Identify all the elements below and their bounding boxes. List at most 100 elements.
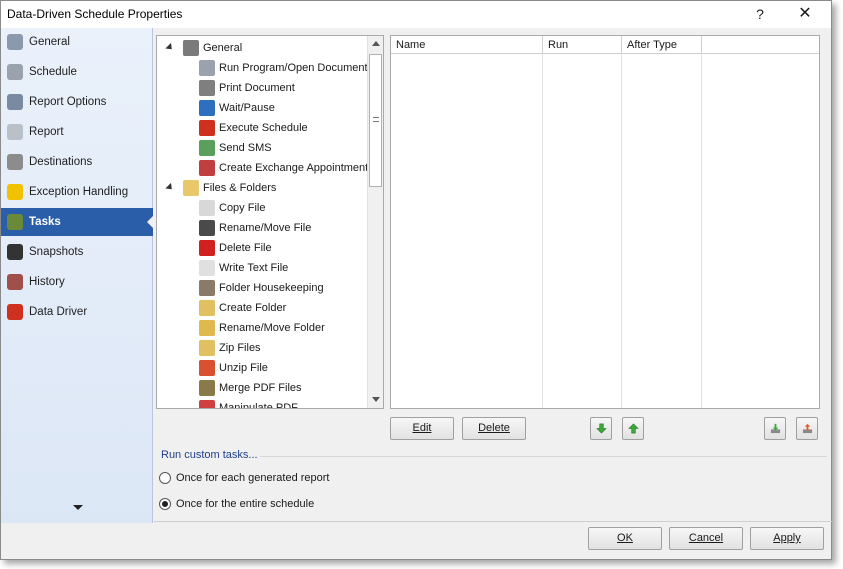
ok-button[interactable]: OK <box>588 527 662 550</box>
sidebar-scroll-down-icon[interactable] <box>73 505 83 510</box>
apply-button[interactable]: Apply <box>750 527 824 550</box>
info-icon <box>7 34 23 50</box>
sidebar-item-history[interactable]: History <box>1 268 153 296</box>
expand-collapse-icon[interactable] <box>165 182 175 193</box>
section-divider <box>260 456 827 457</box>
tree-item[interactable]: Execute Schedule <box>199 118 308 138</box>
sidebar-item-label: Destinations <box>29 156 93 168</box>
tree-item[interactable]: Create Folder <box>199 298 286 318</box>
data-driver-icon <box>7 304 23 320</box>
sidebar-item-schedule[interactable]: Schedule <box>1 58 153 86</box>
sidebar-item-label: Report <box>29 126 64 138</box>
column-header-name[interactable]: Name <box>391 36 543 54</box>
unzip-icon <box>199 360 215 377</box>
column-header-after-type[interactable]: After Type <box>622 36 702 54</box>
tree-item[interactable]: Merge PDF Files <box>199 378 302 398</box>
tree-item-label: Zip Files <box>219 342 261 354</box>
expand-collapse-icon[interactable] <box>165 42 175 53</box>
import-icon <box>770 423 781 434</box>
sidebar-item-general[interactable]: General <box>1 28 153 56</box>
column-header-run[interactable]: Run <box>543 36 622 54</box>
scroll-thumb[interactable] <box>369 54 382 187</box>
column-header-extra[interactable] <box>702 36 819 54</box>
copy-icon <box>199 200 215 217</box>
tree-item-label: General <box>203 42 243 54</box>
history-icon <box>7 274 23 290</box>
edit-label: Edit <box>412 422 432 434</box>
sidebar-item-report[interactable]: Report <box>1 118 153 146</box>
cancel-button[interactable]: Cancel <box>669 527 743 550</box>
sidebar-item-exception-handling[interactable]: Exception Handling <box>1 178 153 206</box>
sidebar-item-label: Snapshots <box>29 246 84 258</box>
pdf-icon <box>199 400 215 408</box>
tree-item-label: Manipulate PDF <box>219 402 298 409</box>
tree-item[interactable]: Delete File <box>199 238 272 258</box>
sidebar-item-tasks[interactable]: Tasks <box>1 208 154 236</box>
sidebar-item-data-driver[interactable]: Data Driver <box>1 298 153 326</box>
gear-icon <box>183 40 199 57</box>
sidebar-item-report-options[interactable]: Report Options <box>1 88 153 116</box>
printer-icon <box>199 80 215 97</box>
help-button[interactable]: ? <box>749 4 771 24</box>
tree-item-label: Print Document <box>219 82 295 94</box>
tree-item[interactable]: Files & Folders <box>183 178 276 198</box>
sidebar-item-label: Exception Handling <box>29 186 129 198</box>
sidebar-item-snapshots[interactable]: Snapshots <box>1 238 153 266</box>
tree-item[interactable]: Wait/Pause <box>199 98 275 118</box>
tree-item[interactable]: Manipulate PDF <box>199 398 298 409</box>
tree-item-label: Wait/Pause <box>219 102 275 114</box>
tree-item[interactable]: Unzip File <box>199 358 268 378</box>
pause-icon <box>199 100 215 117</box>
grid-column <box>622 54 702 408</box>
export-button[interactable] <box>796 417 818 440</box>
run-custom-tasks-label: Run custom tasks... <box>161 449 258 461</box>
cancel-label: Cancel <box>688 532 724 544</box>
tree-scrollbar[interactable] <box>367 36 383 408</box>
tree-item[interactable]: Send SMS <box>199 138 272 158</box>
close-button[interactable]: ✕ <box>791 4 819 24</box>
tree-item[interactable]: Rename/Move Folder <box>199 318 325 338</box>
tree-item-label: Unzip File <box>219 362 268 374</box>
once-per-schedule-radio[interactable] <box>159 498 171 510</box>
once-per-report-label[interactable]: Once for each generated report <box>176 472 329 484</box>
tree-item[interactable]: Copy File <box>199 198 265 218</box>
clock-icon <box>7 64 23 80</box>
sidebar-item-label: General <box>29 36 70 48</box>
delete-label: Delete <box>478 422 510 434</box>
move-up-button[interactable] <box>622 417 644 440</box>
once-per-schedule-label[interactable]: Once for the entire schedule <box>176 498 314 510</box>
tree-item[interactable]: Print Document <box>199 78 295 98</box>
tree-item-label: Merge PDF Files <box>219 382 302 394</box>
sidebar-item-label: Schedule <box>29 66 77 78</box>
tree-item[interactable]: Write Text File <box>199 258 288 278</box>
tree-item[interactable]: Run Program/Open Document <box>199 58 368 78</box>
move-down-button[interactable] <box>590 417 612 440</box>
report-options-icon <box>7 94 23 110</box>
tree-item[interactable]: Create Exchange Appointment <box>199 158 368 178</box>
tree-item[interactable]: Folder Housekeeping <box>199 278 324 298</box>
sidebar-item-destinations[interactable]: Destinations <box>1 148 153 176</box>
ok-label: OK <box>617 532 633 544</box>
sms-icon <box>199 140 215 157</box>
tree-item[interactable]: General <box>183 38 242 58</box>
once-per-report-radio[interactable] <box>159 472 171 484</box>
scroll-down-icon[interactable] <box>372 397 380 402</box>
scroll-grip-icon <box>373 117 379 122</box>
grid-column <box>543 54 622 408</box>
calendar-icon <box>199 160 215 177</box>
tree-item-label: Rename/Move Folder <box>219 322 325 334</box>
tree-item-label: Execute Schedule <box>219 122 308 134</box>
properties-dialog: Data-Driven Schedule Properties ? ✕ Data… <box>0 0 832 560</box>
footer-divider <box>154 521 832 522</box>
tree-item[interactable]: Rename/Move File <box>199 218 311 238</box>
scroll-up-icon[interactable] <box>372 41 380 46</box>
delete-button[interactable]: Delete <box>462 417 526 440</box>
camera-icon <box>7 244 23 260</box>
folder-icon <box>183 180 199 197</box>
import-button[interactable] <box>764 417 786 440</box>
rename-folder-icon <box>199 320 215 337</box>
sidebar-item-label: History <box>29 276 65 288</box>
sidebar-item-label: Data Driver <box>29 306 88 318</box>
edit-button[interactable]: Edit <box>390 417 454 440</box>
tree-item[interactable]: Zip Files <box>199 338 261 358</box>
